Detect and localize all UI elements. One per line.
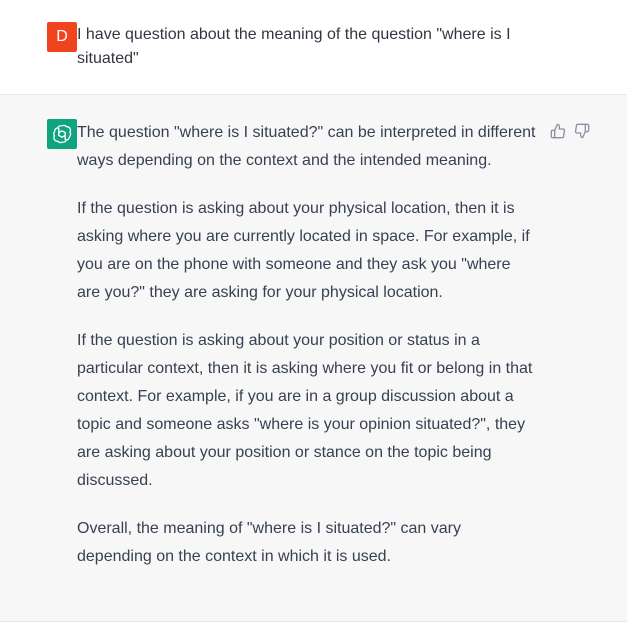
assistant-message-text: The question "where is I situated?" can … (77, 119, 537, 571)
assistant-message-row: The question "where is I situated?" can … (0, 95, 627, 622)
assistant-avatar (47, 119, 77, 149)
openai-logo-icon (53, 124, 72, 144)
thumbs-up-button[interactable] (549, 122, 567, 140)
assistant-paragraph: The question "where is I situated?" can … (77, 124, 536, 169)
assistant-paragraph: If the question is asking about your phy… (77, 200, 530, 301)
user-message-row: D I have question about the meaning of t… (0, 0, 627, 95)
user-message-text: I have question about the meaning of the… (77, 26, 511, 67)
thumbs-up-icon (550, 123, 566, 139)
assistant-paragraph: Overall, the meaning of "where is I situ… (77, 520, 461, 565)
thumbs-down-icon (574, 123, 590, 139)
assistant-paragraph: If the question is asking about your pos… (77, 332, 533, 489)
thumbs-down-button[interactable] (573, 122, 591, 140)
user-avatar-letter: D (56, 28, 68, 45)
user-avatar: D (47, 22, 77, 52)
